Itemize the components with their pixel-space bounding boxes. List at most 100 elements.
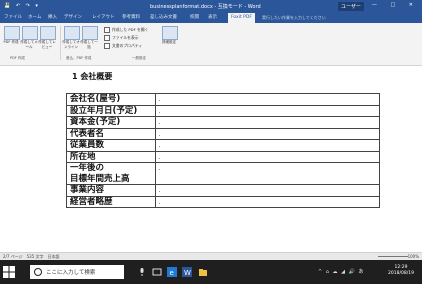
check-show-file[interactable]: ファイルを表示 — [104, 35, 139, 41]
table-cell-label[interactable]: 所在地 — [66, 150, 156, 163]
svg-text:e: e — [170, 269, 174, 277]
system-tray[interactable]: ^ ⌂ ☁ ◢ 🔊 あ — [318, 268, 364, 275]
edge-icon[interactable]: e — [167, 267, 177, 277]
table-cell-value[interactable] — [155, 195, 380, 208]
user-account[interactable]: ユーザー — [338, 2, 364, 11]
table-cell-value[interactable] — [155, 150, 380, 163]
window-controls[interactable]: — □ ✕ — [372, 2, 419, 8]
cell-marker-icon — [159, 157, 160, 159]
microphone-icon[interactable] — [137, 267, 147, 277]
create-mail-icon[interactable] — [22, 26, 38, 40]
table-row: 設立年月日(予定) — [66, 104, 380, 117]
create-mail-label: 作成してメール — [20, 40, 38, 49]
ribbon-tabs: ファイル ホーム 挿入 デザイン レイアウト 参考資料 差し込み文書 校閲 表示… — [0, 13, 422, 23]
clock-date: 2018/08/19 — [388, 271, 414, 276]
pdf-create-label: PDF 作成 — [3, 40, 19, 44]
table-cell-value[interactable] — [155, 104, 380, 117]
taskbar-search-box[interactable]: ここに入力して検索 — [30, 265, 124, 279]
cell-marker-icon — [159, 100, 160, 101]
cell-marker-icon — [159, 146, 160, 147]
advanced-settings-label: 詳細設定 — [162, 40, 176, 44]
windows-start-icon[interactable] — [3, 266, 15, 278]
table-row: 代表者名 — [66, 127, 380, 140]
cell-marker-icon — [159, 111, 160, 113]
group-settings: 一般設定 — [132, 56, 146, 60]
table-cell-value[interactable] — [155, 184, 380, 197]
tab-insert[interactable]: 挿入 — [48, 14, 57, 20]
word-taskbar-icon[interactable]: W — [182, 267, 192, 277]
table-cell-value[interactable] — [155, 116, 380, 129]
checkbox-icon — [104, 43, 110, 49]
table-row: 従業員数 — [66, 139, 380, 152]
document-title: businessplanformat.docx - 互換モード - Word — [150, 4, 261, 10]
title-bar: 💾 ↶ ↷ ▾ businessplanformat.docx - 互換モード … — [0, 0, 422, 13]
check-open-pdf[interactable]: 作成した PDF を開く — [104, 27, 148, 33]
svg-text:W: W — [184, 269, 191, 277]
tab-design[interactable]: デザイン — [64, 14, 82, 20]
ribbon-separator — [60, 26, 61, 60]
create-review-icon[interactable] — [40, 26, 56, 40]
tab-references[interactable]: 参考資料 — [122, 14, 140, 20]
taskbar-clock[interactable]: 12:29 2018/08/19 — [388, 265, 414, 277]
cell-marker-icon — [159, 169, 160, 170]
create-review-label: 作成してレビュー — [38, 40, 56, 49]
cell-marker-icon — [159, 191, 160, 192]
cell-line-1: 一年後の — [70, 163, 105, 173]
check-show-file-label: ファイルを表示 — [112, 35, 139, 40]
company-overview-table: 会社名(屋号) 設立年月日(予定) 資本金(予定) 代表者名 従業員数 所在地 … — [66, 93, 380, 208]
table-cell-label[interactable]: 資本金(予定) — [66, 116, 156, 129]
explorer-icon[interactable] — [198, 267, 208, 277]
table-row: 資本金(予定) — [66, 116, 380, 129]
advanced-settings-icon[interactable] — [162, 26, 178, 40]
cell-marker-icon — [159, 134, 160, 136]
table-row: 一年後の 目標年間売上高 — [66, 162, 380, 185]
tab-view[interactable]: 表示 — [208, 14, 217, 20]
table-cell-value[interactable] — [155, 139, 380, 152]
table-cell-label[interactable]: 経営者略歴 — [66, 195, 156, 208]
taskbar: ここに入力して検索 e W ^ ⌂ ☁ ◢ 🔊 あ 12:29 2018/08/… — [0, 260, 422, 284]
tab-home[interactable]: ホーム — [28, 14, 41, 20]
table-cell-value[interactable] — [155, 162, 380, 185]
check-doc-properties[interactable]: 文書のプロパティ — [104, 43, 142, 49]
group-pdf-create2: 差込、PDF 作成 — [66, 56, 92, 60]
tab-layout[interactable]: レイアウト — [92, 14, 115, 20]
table-row: 会社名(屋号) — [66, 93, 380, 106]
section-heading: 1 会社概要 — [72, 72, 113, 81]
table-cell-label[interactable]: 一年後の 目標年間売上高 — [66, 162, 156, 185]
tell-me-box[interactable]: 実行したい作業を入力してください — [262, 15, 326, 21]
table-cell-label[interactable]: 会社名(屋号) — [66, 93, 156, 106]
tab-mailings[interactable]: 差し込み文書 — [150, 14, 177, 20]
checkbox-icon — [104, 27, 110, 33]
cell-marker-icon — [159, 202, 160, 204]
check-open-pdf-label: 作成した PDF を開く — [112, 27, 149, 32]
create-online-icon[interactable] — [64, 26, 80, 40]
table-cell-label[interactable]: 代表者名 — [66, 127, 156, 140]
table-row: 所在地 — [66, 150, 380, 163]
checkbox-icon — [104, 35, 110, 41]
tab-file[interactable]: ファイル — [4, 14, 22, 20]
ribbon: PDF 作成 作成してメール 作成してレビュー 作成してオンライン 作成して一括… — [0, 23, 422, 66]
create-batch-label: 作成して一括 — [80, 40, 98, 49]
table-cell-value[interactable] — [155, 93, 380, 106]
table-row: 事業内容 — [66, 184, 380, 197]
table-cell-label[interactable]: 従業員数 — [66, 139, 156, 152]
table-row: 経営者略歴 — [66, 195, 380, 208]
zoom-slider[interactable] — [378, 256, 408, 257]
create-online-label: 作成してオンライン — [62, 40, 80, 49]
tab-foxit-pdf[interactable]: Foxit PDF — [228, 13, 255, 23]
table-cell-label[interactable]: 設立年月日(予定) — [66, 104, 156, 117]
zoom-level[interactable]: 100% — [408, 254, 419, 259]
quick-access-toolbar[interactable]: 💾 ↶ ↷ ▾ — [4, 3, 40, 9]
create-batch-icon[interactable] — [82, 26, 98, 40]
table-cell-value[interactable] — [155, 127, 380, 140]
task-view-icon[interactable] — [152, 267, 162, 277]
search-placeholder: ここに入力して検索 — [46, 270, 96, 276]
cell-line-2: 目標年間売上高 — [70, 173, 130, 184]
tab-review[interactable]: 校閲 — [190, 14, 199, 20]
table-cell-label[interactable]: 事業内容 — [66, 184, 156, 197]
pdf-create-icon[interactable] — [4, 26, 20, 40]
cell-marker-icon — [159, 123, 160, 124]
cortana-icon — [34, 268, 42, 276]
group-pdf-create: PDF 作成 — [10, 56, 25, 60]
check-doc-properties-label: 文書のプロパティ — [112, 43, 143, 48]
